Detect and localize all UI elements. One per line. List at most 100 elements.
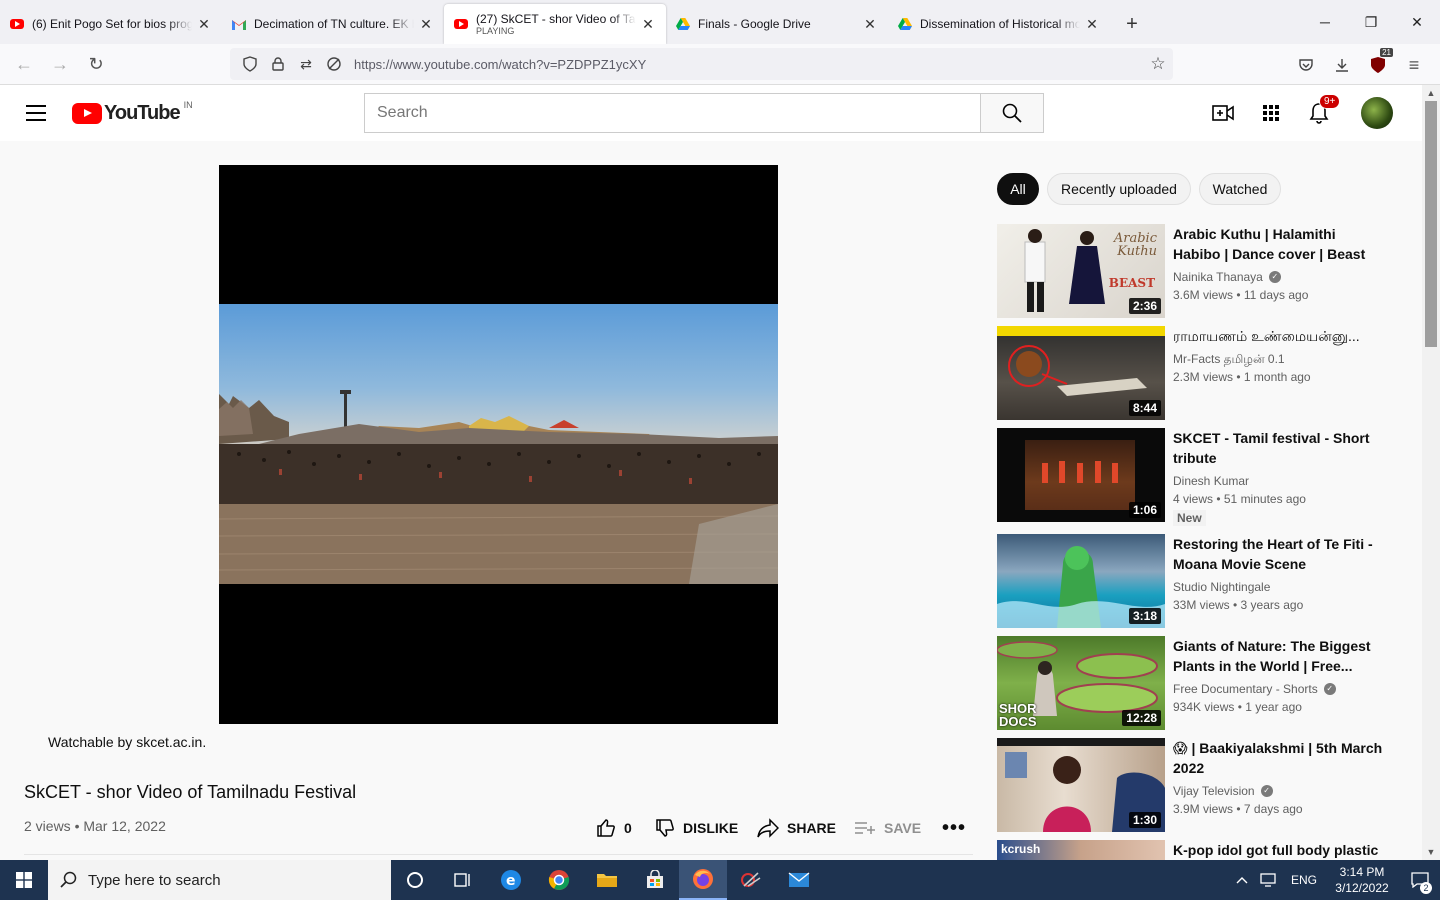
forward-arrow-icon[interactable]: → xyxy=(42,46,78,82)
search-input[interactable] xyxy=(364,93,981,133)
browser-tab[interactable]: (6) Enit Pogo Set for bios progra ✕ xyxy=(0,4,222,44)
browser-tab[interactable]: Finals - Google Drive ✕ xyxy=(666,4,888,44)
bookmark-star-icon[interactable]: ☆ xyxy=(1143,54,1173,74)
video-thumbnail[interactable]: 3:18 xyxy=(997,534,1165,628)
tab-close-icon[interactable]: ✕ xyxy=(640,16,656,32)
page-scrollbar[interactable]: ▲ ▼ xyxy=(1422,85,1440,860)
recommendation-item[interactable]: Arabic Kuthu BEAST 2:36 Arabic Kuthu | H… xyxy=(997,224,1387,318)
language-indicator[interactable]: ENG xyxy=(1284,873,1324,887)
recommendation-item[interactable]: 1:06 SKCET - Tamil festival - Short trib… xyxy=(997,428,1387,526)
windows-start-icon[interactable] xyxy=(0,860,48,900)
tab-close-icon[interactable]: ✕ xyxy=(1084,16,1100,32)
video-thumbnail[interactable]: Arabic Kuthu BEAST 2:36 xyxy=(997,224,1165,318)
chrome-browser-icon[interactable] xyxy=(535,860,583,900)
recommendation-info: SKCET - Tamil festival - Short tribute D… xyxy=(1173,428,1383,527)
chip-watched[interactable]: Watched xyxy=(1199,173,1281,205)
festival-scene-image xyxy=(219,390,778,584)
chevron-up-icon[interactable] xyxy=(1230,860,1254,900)
recommendation-title[interactable]: Restoring the Heart of Te Fiti - Moana M… xyxy=(1173,534,1383,574)
recommendation-title[interactable]: Arabic Kuthu | Halamithi Habibo | Dance … xyxy=(1173,224,1383,264)
video-thumbnail[interactable]: kcrush xyxy=(997,840,1165,860)
drive-icon xyxy=(676,17,690,31)
recommendation-item[interactable]: 8:44 ராமாயணம் உண்மையன்னு... Mr-Facts தமி… xyxy=(997,326,1387,420)
taskbar-search-box[interactable]: Type here to search xyxy=(48,860,391,900)
video-thumbnail[interactable]: SHOR DOCS 12:28 xyxy=(997,636,1165,730)
tab-close-icon[interactable]: ✕ xyxy=(196,16,212,32)
download-icon[interactable] xyxy=(1324,47,1360,83)
reload-icon[interactable]: ↻ xyxy=(78,46,114,82)
notifications-bell-icon[interactable]: 9+ xyxy=(1303,94,1341,129)
minimize-icon[interactable]: ─ xyxy=(1302,0,1348,44)
firefox-browser-icon[interactable] xyxy=(679,860,727,900)
browser-tab-bar: (6) Enit Pogo Set for bios progra ✕ Deci… xyxy=(0,0,1440,44)
chip-all[interactable]: All xyxy=(997,173,1039,205)
cortana-icon[interactable] xyxy=(391,860,439,900)
recommendation-title[interactable]: K-pop idol got full body plastic xyxy=(1173,840,1383,860)
url-text[interactable]: https://www.youtube.com/watch?v=PZDPPZ1y… xyxy=(348,57,1143,72)
shield-icon[interactable] xyxy=(236,50,264,78)
permissions-icon[interactable]: ⇄ xyxy=(292,50,320,78)
video-thumbnail[interactable]: 1:30 xyxy=(997,738,1165,832)
edge-browser-icon[interactable]: e xyxy=(487,860,535,900)
autoplay-blocked-icon[interactable] xyxy=(320,50,348,78)
browser-tab-active[interactable]: (27) SkCET - shor Video of Tamil PLAYING… xyxy=(444,4,666,44)
browser-tab[interactable]: Decimation of TN culture. EK ba ✕ xyxy=(222,4,444,44)
tab-close-icon[interactable]: ✕ xyxy=(418,16,434,32)
chip-recently-uploaded[interactable]: Recently uploaded xyxy=(1047,173,1191,205)
back-arrow-icon[interactable]: ← xyxy=(6,46,42,82)
guide-menu-icon[interactable] xyxy=(20,97,52,129)
tab-close-icon[interactable]: ✕ xyxy=(862,16,878,32)
lock-icon[interactable] xyxy=(264,50,292,78)
ublock-extension-icon[interactable]: 21 xyxy=(1360,47,1396,83)
video-player[interactable] xyxy=(219,165,778,724)
video-thumbnail[interactable]: 1:06 xyxy=(997,428,1165,522)
svg-text:e: e xyxy=(506,873,516,889)
channel-name[interactable]: Dinesh Kumar xyxy=(1173,472,1249,490)
channel-name[interactable]: Mr-Facts தமிழன் 0.1 xyxy=(1173,350,1285,368)
recommendation-title[interactable]: 😱 | Baakiyalakshmi | 5th March 2022 xyxy=(1173,738,1383,778)
clock-date: 3/12/2022 xyxy=(1335,881,1389,895)
youtube-logo[interactable]: YouTube IN xyxy=(72,100,193,125)
action-center-icon[interactable]: 2 xyxy=(1400,860,1440,900)
dislike-button[interactable]: DISLIKE xyxy=(655,814,738,842)
new-tab-icon[interactable]: + xyxy=(1114,6,1150,42)
apps-grid-icon[interactable] xyxy=(1255,97,1287,129)
task-view-icon[interactable] xyxy=(439,860,487,900)
scroll-down-arrow-icon[interactable]: ▼ xyxy=(1422,844,1440,860)
video-thumbnail[interactable]: 8:44 xyxy=(997,326,1165,420)
avatar[interactable] xyxy=(1361,97,1393,129)
channel-name[interactable]: Nainika Thanaya xyxy=(1173,268,1263,286)
browser-tab[interactable]: Dissemination of Historical mo ✕ xyxy=(888,4,1110,44)
recommendation-title[interactable]: Giants of Nature: The Biggest Plants in … xyxy=(1173,636,1383,676)
channel-name[interactable]: Vijay Television xyxy=(1173,782,1255,800)
recommendation-title[interactable]: SKCET - Tamil festival - Short tribute xyxy=(1173,428,1383,468)
mail-icon[interactable] xyxy=(775,860,823,900)
share-button[interactable]: SHARE xyxy=(757,814,836,842)
recommendation-item[interactable]: 1:30 😱 | Baakiyalakshmi | 5th March 2022… xyxy=(997,738,1387,832)
microsoft-store-icon[interactable] xyxy=(631,860,679,900)
recommendation-item[interactable]: SHOR DOCS 12:28 Giants of Nature: The Bi… xyxy=(997,636,1387,730)
search-button[interactable] xyxy=(980,93,1044,133)
channel-name[interactable]: Free Documentary - Shorts xyxy=(1173,680,1318,698)
hamburger-menu-icon[interactable]: ≡ xyxy=(1396,47,1432,83)
scroll-up-arrow-icon[interactable]: ▲ xyxy=(1422,85,1440,101)
pocket-icon[interactable] xyxy=(1288,47,1324,83)
save-button[interactable]: SAVE xyxy=(854,814,921,842)
close-window-icon[interactable]: ✕ xyxy=(1394,0,1440,44)
more-actions-icon[interactable]: ••• xyxy=(942,814,966,842)
create-video-icon[interactable] xyxy=(1207,97,1239,129)
taskbar-clock[interactable]: 3:14 PM 3/12/2022 xyxy=(1324,864,1400,896)
scrollbar-thumb[interactable] xyxy=(1425,101,1437,347)
network-icon[interactable] xyxy=(1254,860,1284,900)
like-button[interactable]: 0 xyxy=(596,814,632,842)
recommendation-item[interactable]: kcrush K-pop idol got full body plastic xyxy=(997,840,1387,860)
snipping-tool-icon[interactable] xyxy=(727,860,775,900)
view-stats: 934K views • 1 year ago xyxy=(1173,700,1302,714)
address-bar[interactable]: ⇄ https://www.youtube.com/watch?v=PZDPPZ… xyxy=(230,48,1173,80)
recommendation-item[interactable]: 3:18 Restoring the Heart of Te Fiti - Mo… xyxy=(997,534,1387,628)
channel-name[interactable]: Studio Nightingale xyxy=(1173,578,1270,596)
youtube-icon xyxy=(454,17,468,31)
restore-icon[interactable]: ❐ xyxy=(1348,0,1394,44)
file-explorer-icon[interactable] xyxy=(583,860,631,900)
recommendation-title[interactable]: ராமாயணம் உண்மையன்னு... xyxy=(1173,326,1383,346)
